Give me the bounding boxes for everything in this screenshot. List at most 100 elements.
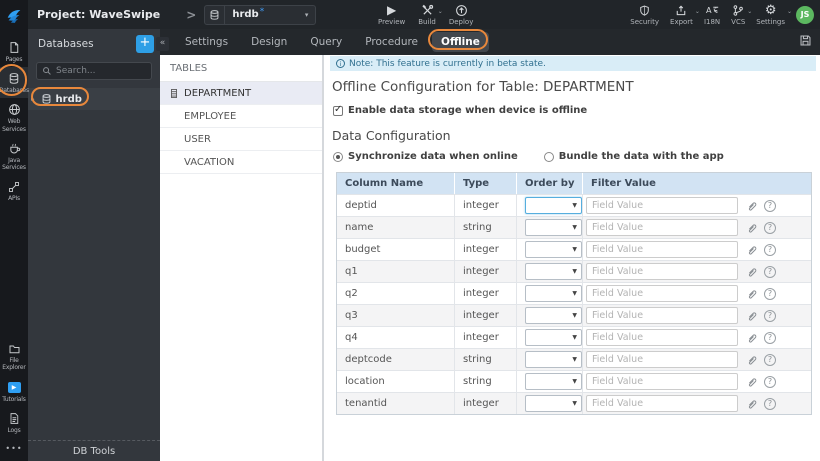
bind-variable-icon[interactable]: [746, 354, 758, 366]
filter-value-input[interactable]: [586, 241, 738, 258]
filter-value-input[interactable]: [586, 329, 738, 346]
help-icon[interactable]: ?: [764, 265, 776, 278]
table-list-item-vacation[interactable]: VACATION: [160, 151, 322, 174]
order-by-cell: ▼: [517, 261, 583, 282]
tools-icon: [421, 4, 434, 17]
bind-variable-icon[interactable]: [746, 332, 758, 344]
db-tools-button[interactable]: DB Tools: [28, 440, 160, 461]
order-by-select[interactable]: ▼: [525, 197, 582, 214]
preview-button[interactable]: ▶ Preview: [378, 3, 405, 26]
vcs-button[interactable]: VCS ⌄: [731, 4, 752, 26]
config-table-row: tenantidinteger ▼?: [337, 392, 811, 414]
radio-synchronize-online[interactable]: Synchronize data when online: [333, 151, 518, 162]
order-by-select[interactable]: ▼: [525, 263, 582, 280]
sidebar-item-pages[interactable]: Pages: [0, 36, 28, 67]
order-by-select[interactable]: ▼: [525, 373, 582, 390]
filter-value-input[interactable]: [586, 197, 738, 214]
order-by-select[interactable]: ▼: [525, 307, 582, 324]
bind-variable-icon[interactable]: [746, 398, 758, 410]
config-table-row: namestring ▼?: [337, 216, 811, 238]
help-icon[interactable]: ?: [764, 199, 776, 212]
order-by-cell: ▼: [517, 305, 583, 326]
bind-variable-icon[interactable]: [746, 266, 758, 278]
bind-variable-icon[interactable]: [746, 200, 758, 212]
filter-value-cell: ?: [583, 393, 811, 414]
help-icon[interactable]: ?: [764, 375, 776, 388]
filter-value-input[interactable]: [586, 307, 738, 324]
order-by-select[interactable]: ▼: [525, 219, 582, 236]
more-options-button[interactable]: •••: [5, 438, 22, 461]
tab-offline[interactable]: Offline: [432, 32, 489, 52]
chevron-down-icon: ▾: [304, 10, 309, 19]
i18n-button[interactable]: A I18N: [704, 4, 720, 25]
order-by-select[interactable]: ▼: [525, 329, 582, 346]
filter-value-input[interactable]: [586, 285, 738, 302]
filter-value-input[interactable]: [586, 263, 738, 280]
sidebar-item-apis[interactable]: APIs: [0, 175, 28, 206]
order-by-select[interactable]: ▼: [525, 241, 582, 258]
help-icon[interactable]: ?: [764, 331, 776, 344]
column-type-cell: integer: [455, 239, 517, 260]
database-icon: [42, 94, 50, 104]
column-type-cell: integer: [455, 327, 517, 348]
help-icon[interactable]: ?: [764, 287, 776, 300]
save-icon[interactable]: [799, 34, 812, 47]
build-button[interactable]: Build ⌄: [418, 4, 443, 26]
filter-value-input[interactable]: [586, 351, 738, 368]
branch-icon: [732, 4, 744, 17]
add-database-button[interactable]: +: [136, 35, 154, 53]
settings-button[interactable]: ⚙ Settings ⌄: [756, 4, 792, 26]
config-table-header: Column Name Type Order by Filter Value: [337, 173, 811, 194]
bind-variable-icon[interactable]: [746, 244, 758, 256]
collapse-panel-button[interactable]: «: [156, 37, 169, 51]
chevron-down-icon: ▼: [572, 378, 577, 385]
tab-procedure[interactable]: Procedure: [356, 32, 427, 52]
deploy-button[interactable]: Deploy: [449, 4, 473, 26]
help-icon[interactable]: ?: [764, 353, 776, 366]
sidebar-item-logs[interactable]: Logs: [0, 407, 28, 438]
sidebar-item-java-services[interactable]: Java Services: [0, 137, 28, 175]
database-item-content: hrdb: [35, 90, 90, 108]
filter-value-input[interactable]: [586, 373, 738, 390]
table-list-item-user[interactable]: USER: [160, 128, 322, 151]
bind-variable-icon[interactable]: [746, 376, 758, 388]
security-button[interactable]: Security: [630, 4, 659, 26]
radio-bundle-with-app[interactable]: Bundle the data with the app: [543, 151, 724, 162]
help-icon[interactable]: ?: [764, 397, 776, 410]
table-list-item-employee[interactable]: EMPLOYEE: [160, 105, 322, 128]
chevron-down-icon: ▼: [572, 268, 577, 275]
sidebar-item-tutorials[interactable]: ▶ Tutorials: [0, 376, 28, 407]
user-avatar[interactable]: JS: [796, 5, 814, 24]
build-actions-group: ▶ Preview Build ⌄ Deploy: [378, 0, 473, 29]
help-icon[interactable]: ?: [764, 243, 776, 256]
sidebar-item-databases[interactable]: Databases: [0, 67, 29, 99]
tab-settings[interactable]: Settings: [176, 32, 237, 52]
sidebar-item-file-explorer[interactable]: File Explorer: [0, 337, 28, 375]
search-box[interactable]: [36, 62, 152, 80]
filter-value-input[interactable]: [586, 219, 738, 236]
order-by-select[interactable]: ▼: [525, 351, 582, 368]
enable-storage-checkbox[interactable]: [333, 104, 343, 116]
page-title: Offline Configuration for Table: DEPARTM…: [332, 79, 634, 95]
tab-query[interactable]: Query: [301, 32, 351, 52]
database-selector-dropdown[interactable]: hrdb * ▾: [204, 4, 317, 25]
bind-variable-icon[interactable]: [746, 222, 758, 234]
order-by-select[interactable]: ▼: [525, 395, 582, 412]
export-button[interactable]: Export ⌄: [670, 4, 700, 26]
help-icon[interactable]: ?: [764, 309, 776, 322]
search-input[interactable]: [56, 66, 146, 76]
help-icon[interactable]: ?: [764, 221, 776, 234]
app-logo[interactable]: [0, 0, 28, 29]
bind-variable-icon[interactable]: [746, 310, 758, 322]
order-by-select[interactable]: ▼: [525, 285, 582, 302]
filter-value-input[interactable]: [586, 395, 738, 412]
table-list-item-department[interactable]: DEPARTMENT: [160, 82, 322, 105]
chevron-down-icon: ▼: [572, 312, 577, 319]
column-name-cell: name: [337, 217, 455, 238]
bind-variable-icon[interactable]: [746, 288, 758, 300]
sidebar-item-web-services[interactable]: Web Services: [0, 98, 28, 136]
database-tree-item-hrdb[interactable]: ▸ hrdb: [28, 88, 160, 110]
tab-design[interactable]: Design: [242, 32, 296, 52]
filter-value-cell: ?: [583, 305, 811, 326]
order-by-cell: ▼: [517, 217, 583, 238]
